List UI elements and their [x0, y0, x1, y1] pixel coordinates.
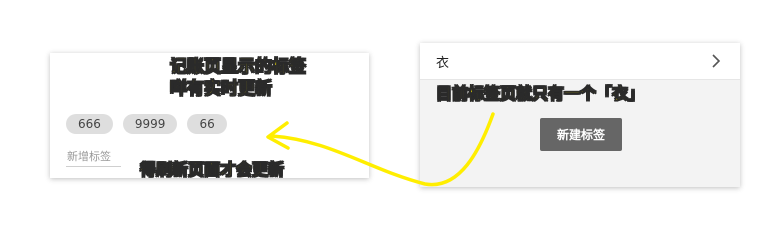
annotation-note-left: 记账页显示的标签 咩有实时更新: [170, 56, 307, 100]
tag-list-item-label: 衣: [436, 56, 450, 71]
new-tag-input[interactable]: [66, 146, 121, 167]
annotation-note-right: 目前标签页就只有一个「衣」: [436, 84, 645, 104]
tag-chip[interactable]: 9999: [122, 114, 178, 134]
tags-page-panel: 衣 新建标签: [420, 43, 740, 187]
create-tag-button[interactable]: 新建标签: [540, 118, 622, 151]
annotation-note-bottom: 得刷新页面才会更新: [140, 160, 285, 180]
annotation-note-left-line1: 记账页显示的标签: [170, 57, 307, 78]
tag-chip[interactable]: 66: [187, 114, 227, 134]
tag-list: 666 9999 66: [66, 114, 227, 134]
chevron-right-icon: [712, 54, 721, 68]
tag-chip[interactable]: 666: [66, 114, 113, 134]
annotation-note-left-line2: 咩有实时更新: [170, 79, 273, 100]
tag-list-item[interactable]: 衣: [420, 43, 740, 80]
